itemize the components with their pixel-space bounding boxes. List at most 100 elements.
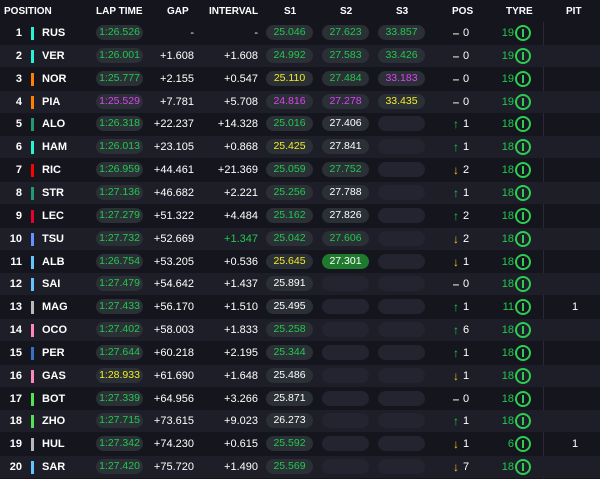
header-tyre[interactable]: TYRE [506, 6, 533, 17]
hard-tyre-icon [515, 413, 531, 430]
driver-code[interactable]: GAS [42, 365, 66, 387]
table-row[interactable]: 16 GAS 1:28.933 +61.690 +1.648 25.486 ↓ 1 18 [0, 364, 600, 387]
lap-time: 1:27.433 [96, 299, 143, 315]
s1-time: 25.042 [266, 230, 313, 246]
lap-time: 1:26.318 [96, 116, 143, 132]
position-change: 1 [463, 369, 470, 382]
team-color-bar [31, 72, 34, 86]
header-lap-time[interactable]: LAP TIME [96, 6, 142, 17]
table-row[interactable]: 9 LEC 1:27.279 +51.322 +4.484 25.162 27.826 ↑ 2 1… [0, 205, 600, 227]
s3-time [378, 253, 425, 269]
table-row[interactable]: 6 HAM 1:26.013 +23.105 +0.868 25.425 27.841 ↑ 1 1… [0, 136, 600, 159]
s2-time [322, 413, 369, 429]
s1-time: 25.110 [266, 70, 313, 86]
table-row[interactable]: 8 STR 1:27.136 +46.682 +2.221 25.256 27.788 ↑ 1 1… [0, 181, 600, 204]
table-row[interactable]: 20 SAR 1:27.420 +75.720 +1.490 25.569 ↓ 7 18 [0, 456, 600, 479]
driver-code[interactable]: VER [42, 45, 65, 67]
table-row[interactable]: 4 PIA 1:25.529 +7.781 +5.708 24.816 27.278 33.4… [0, 90, 600, 113]
table-row[interactable]: 11 ALB 1:26.754 +53.205 +0.536 25.645 27.301 ↓ 1… [0, 251, 600, 273]
driver-code[interactable]: TSU [42, 228, 64, 250]
s2-time: 27.752 [322, 162, 369, 178]
pit-count [570, 342, 580, 364]
table-row[interactable]: 15 PER 1:27.644 +60.218 +2.195 25.344 ↑ 1 18 [0, 342, 600, 364]
position-change: 0 [463, 27, 470, 39]
team-color-bar [31, 118, 34, 132]
header-gap[interactable]: GAP [167, 6, 189, 17]
s1-time: 24.816 [266, 93, 313, 109]
team-color-bar [31, 369, 34, 383]
interval-value: +5.708 [224, 95, 258, 108]
hard-tyre-icon [515, 25, 531, 41]
header-s2[interactable]: S2 [340, 6, 352, 17]
header-interval[interactable]: INTERVAL [209, 6, 258, 17]
driver-code[interactable]: STR [42, 182, 64, 204]
header-pit[interactable]: PIT [566, 6, 582, 17]
table-row[interactable]: 10 TSU 1:27.732 +52.669 +1.347 25.042 27.606 ↓ 2… [0, 227, 600, 250]
pit-count [570, 205, 580, 227]
s3-time [378, 299, 425, 315]
header-position[interactable]: POSITION [4, 6, 52, 17]
driver-code[interactable]: HAM [42, 136, 67, 158]
driver-code[interactable]: PIA [42, 91, 60, 113]
header-s3[interactable]: S3 [396, 6, 408, 17]
team-color-bar [31, 209, 34, 223]
s1-time: 25.046 [266, 25, 313, 40]
driver-code[interactable]: RUS [42, 22, 65, 44]
position-number: 5 [15, 118, 22, 131]
driver-code[interactable]: SAI [42, 273, 60, 295]
hard-tyre-icon [515, 299, 531, 316]
table-row[interactable]: 5 ALO 1:26.318 +22.237 +14.328 25.016 27.406 ↑ 1… [0, 113, 600, 135]
table-row[interactable]: 1 RUS 1:26.526- -25.046 27.623 33.857–0 19 [0, 22, 600, 44]
tyre-laps: 18 [501, 278, 514, 291]
driver-code[interactable]: OCO [42, 319, 67, 341]
s2-time: 27.301 [322, 253, 369, 269]
driver-code[interactable]: RIC [42, 159, 61, 181]
driver-code[interactable]: PER [42, 342, 65, 364]
s2-time: 27.278 [322, 93, 369, 109]
team-color-bar [31, 392, 34, 406]
timing-table-header: POSITION LAP TIME GAP INTERVAL S1 S2 S3 … [0, 0, 600, 22]
gap-value: +56.170 [153, 301, 194, 314]
header-pos[interactable]: POS [452, 6, 473, 17]
driver-code[interactable]: ALO [42, 113, 65, 135]
no-change-icon: – [452, 48, 460, 63]
driver-code[interactable]: MAG [42, 296, 68, 318]
position-change: 1 [463, 346, 470, 359]
table-row[interactable]: 17 BOT 1:27.339 +64.956 +3.266 25.871 –0 18 [0, 388, 600, 410]
position-number: 19 [9, 438, 22, 451]
tyre-laps: 18 [501, 141, 514, 154]
driver-code[interactable]: NOR [42, 68, 66, 90]
hard-tyre-icon [515, 139, 531, 156]
driver-code[interactable]: HUL [42, 433, 65, 455]
lap-time: 1:27.402 [96, 322, 143, 338]
s3-time [378, 413, 425, 429]
s2-time: 27.406 [322, 116, 369, 132]
table-row[interactable]: 14 OCO 1:27.402 +58.003 +1.833 25.258 ↑ 6 18 [0, 319, 600, 342]
interval-value: +1.833 [224, 324, 258, 337]
no-change-icon: – [452, 391, 460, 406]
position-change: 1 [463, 438, 470, 451]
driver-code[interactable]: SAR [42, 456, 65, 478]
table-row[interactable]: 7 RIC 1:26.959 +44.461 +21.369 25.059 27.752 ↓ 2… [0, 159, 600, 181]
pit-count [570, 182, 580, 204]
table-row[interactable]: 3 NOR 1:25.777 +2.155 +0.547 25.110 27.484 33.1… [0, 68, 600, 90]
s2-time [322, 276, 369, 292]
table-row[interactable]: 18 ZHO 1:27.715 +73.615 +9.023 26.273 ↑ 1 18 [0, 410, 600, 433]
lap-time: 1:27.715 [96, 413, 143, 429]
driver-code[interactable]: BOT [42, 388, 65, 410]
position-change: 0 [463, 392, 470, 405]
table-row[interactable]: 2 VER 1:26.001 +1.608 +1.608 24.992 27.583 33.4… [0, 44, 600, 67]
tyre-laps: 19 [501, 95, 514, 108]
driver-code[interactable]: ZHO [42, 410, 65, 432]
table-row[interactable]: 19 HUL 1:27.342 +74.230 +0.615 25.592 ↓ 1 6 1 [0, 433, 600, 455]
pit-count [570, 319, 580, 341]
header-s1[interactable]: S1 [284, 6, 296, 17]
team-color-bar [31, 255, 34, 269]
table-row[interactable]: 13 MAG 1:27.433 +56.170 +1.510 25.495 ↑ 1 11 1 [0, 296, 600, 318]
gap-value: +73.615 [153, 415, 194, 428]
table-row[interactable]: 12 SAI 1:27.479 +54.642 +1.437 25.891 –0 18 [0, 273, 600, 296]
driver-code[interactable]: LEC [42, 205, 64, 227]
driver-code[interactable]: ALB [42, 251, 65, 273]
lap-time: 1:25.529 [96, 93, 143, 109]
interval-value: +0.868 [224, 141, 258, 154]
